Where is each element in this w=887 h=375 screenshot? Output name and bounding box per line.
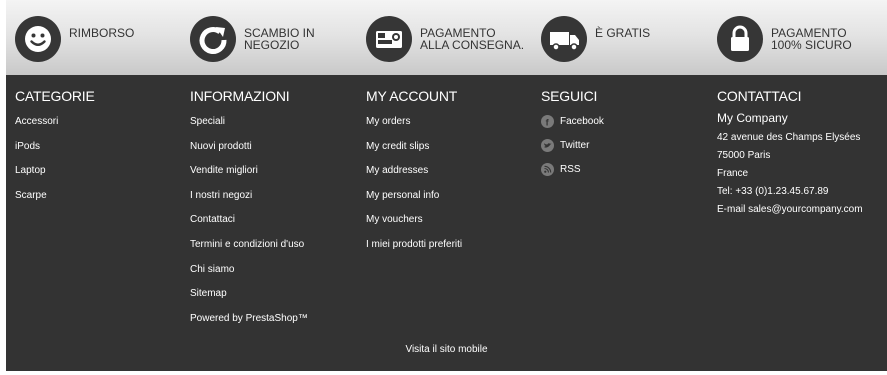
- rss-icon: [541, 163, 554, 176]
- truck-icon: [541, 16, 587, 62]
- footer-link[interactable]: Laptop: [15, 165, 195, 190]
- credit-card-icon: [366, 16, 412, 62]
- footer-link[interactable]: Contattaci: [190, 214, 370, 239]
- footer-link[interactable]: My vouchers: [366, 214, 546, 239]
- refresh-icon: [190, 16, 236, 62]
- footer-link[interactable]: Scarpe: [15, 190, 195, 215]
- lock-icon: [717, 16, 763, 62]
- phone-number: Tel: +33 (0)1.23.45.67.89: [717, 186, 829, 197]
- footer-link[interactable]: My orders: [366, 116, 546, 141]
- social-link-rss[interactable]: RSS: [541, 163, 721, 187]
- column-contattaci: CONTATTACI My Company 42 avenue des Cham…: [717, 88, 863, 215]
- social-link-twitter[interactable]: Twitter: [541, 139, 721, 163]
- footer-link[interactable]: My addresses: [366, 165, 546, 190]
- column-title: CONTATTACI: [717, 88, 802, 104]
- footer-link[interactable]: Powered by PrestaShop™: [190, 313, 370, 338]
- column-categorie: CATEGORIE Accessori iPods Laptop Scarpe: [15, 88, 95, 201]
- twitter-icon: [541, 139, 554, 152]
- footer-link[interactable]: iPods: [15, 141, 195, 166]
- svg-text:f: f: [546, 118, 550, 128]
- feature-label: SCAMBIO IN NEGOZIO: [244, 26, 315, 52]
- footer-link[interactable]: Termini e condizioni d'uso: [190, 239, 370, 264]
- column-title: INFORMAZIONI: [190, 88, 290, 104]
- column-informazioni: INFORMAZIONI Speciali Nuovi prodotti Ven…: [190, 88, 308, 324]
- address-country: France: [717, 168, 749, 179]
- mobile-site-link[interactable]: Visita il sito mobile: [6, 344, 887, 355]
- feature-label: PAGAMENTO 100% SICURO: [771, 26, 852, 52]
- feature-label: È GRATIS: [595, 26, 651, 40]
- smiley-icon: [15, 16, 61, 62]
- footer-link[interactable]: Vendite migliori: [190, 165, 370, 190]
- company-name: My Company: [717, 111, 788, 125]
- social-label: RSS: [560, 164, 581, 176]
- footer-link[interactable]: I miei prodotti preferiti: [366, 239, 546, 264]
- column-title: MY ACCOUNT: [366, 88, 458, 104]
- footer-link[interactable]: Sitemap: [190, 288, 370, 313]
- bottom-edge: [0, 371, 887, 375]
- feature-label: RIMBORSO: [69, 26, 135, 40]
- footer-link[interactable]: My credit slips: [366, 141, 546, 166]
- address-line-2: 75000 Paris: [717, 150, 771, 161]
- footer-link[interactable]: Chi siamo: [190, 264, 370, 289]
- social-label: Facebook: [560, 116, 604, 128]
- footer-link[interactable]: I nostri negozi: [190, 190, 370, 215]
- column-title: CATEGORIE: [15, 88, 95, 104]
- email-address[interactable]: E-mail sales@yourcompany.com: [717, 204, 863, 215]
- social-link-facebook[interactable]: f Facebook: [541, 115, 721, 139]
- footer-link[interactable]: Speciali: [190, 116, 370, 141]
- social-label: Twitter: [560, 140, 590, 152]
- column-title: SEGUICI: [541, 88, 598, 104]
- column-seguici: SEGUICI f Facebook Twitter RSS: [541, 88, 604, 176]
- column-my-account: MY ACCOUNT My orders My credit slips My …: [366, 88, 462, 250]
- footer: CATEGORIE Accessori iPods Laptop Scarpe …: [6, 75, 887, 371]
- footer-link[interactable]: Accessori: [15, 116, 195, 141]
- address-line-1: 42 avenue des Champs Elysées: [717, 132, 861, 143]
- feature-label: PAGAMENTO ALLA CONSEGNA.: [420, 26, 525, 52]
- footer-link[interactable]: Nuovi prodotti: [190, 141, 370, 166]
- facebook-icon: f: [541, 115, 554, 128]
- features-bar: RIMBORSO SCAMBIO IN NEGOZIO PAGAMENTO AL…: [6, 0, 887, 75]
- footer-link[interactable]: My personal info: [366, 190, 546, 215]
